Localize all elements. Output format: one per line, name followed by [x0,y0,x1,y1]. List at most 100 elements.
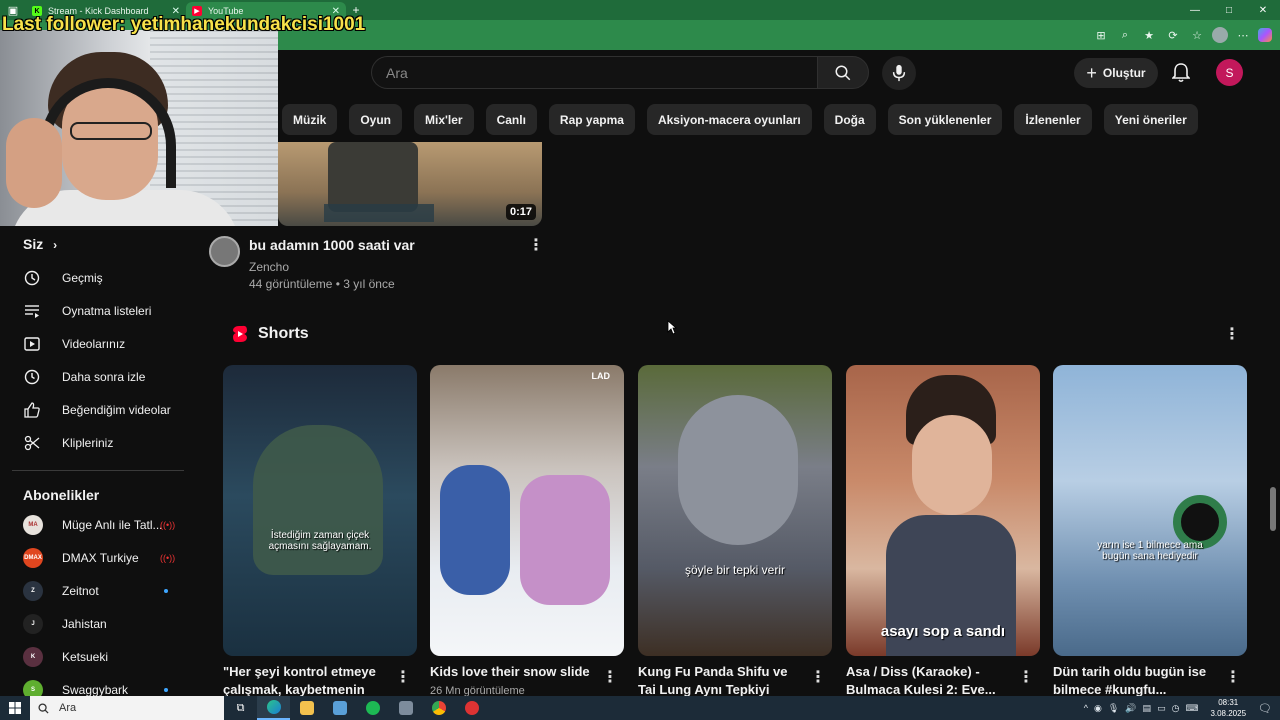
sidebar-item-your-videos[interactable]: Videolarınız [0,327,196,360]
search-input[interactable]: Ara [371,56,817,89]
short-title[interactable]: Asa / Diss (Karaoke) - Bulmaca Kulesi 2:… [846,663,1016,697]
subscription-item[interactable]: Z Zeitnot [0,574,196,607]
scrollbar-thumb[interactable] [1270,487,1276,531]
tray-app-icon[interactable]: ◉ [1094,703,1102,714]
short-menu-icon[interactable]: ⋮ [602,670,618,686]
volume-icon[interactable]: 🔊 [1125,703,1136,714]
search-button[interactable] [817,56,869,89]
start-button[interactable] [0,702,30,714]
chip-son-yuklenenler[interactable]: Son yüklenenler [887,104,1003,135]
subscription-item[interactable]: DMAX DMAX Turkiye ((•)) [0,541,196,574]
last-follower-overlay: Last follower: yetimhanekundakcisi1001 [2,14,366,35]
short-menu-icon[interactable]: ⋮ [395,670,411,686]
zoom-icon[interactable]: ⌕ [1116,26,1134,44]
close-window-button[interactable]: ✕ [1246,5,1280,16]
shorts-menu-icon[interactable]: ⋮ [1224,327,1240,343]
short-card-5[interactable]: yarın ise 1 bilmece ama bugün sana hediy… [1053,365,1247,656]
notifications-button[interactable] [1168,60,1194,86]
subscriptions-header[interactable]: Abonelikler [23,487,99,503]
short-title[interactable]: Dün tarih oldu bugün ise bilmece #kungfu… [1053,663,1223,697]
chip-mixler[interactable]: Mix'ler [414,104,474,135]
video-thumbnail[interactable]: 0:17 [278,142,542,226]
sidebar-item-playlists[interactable]: Oynatma listeleri [0,294,196,327]
sidebar-item-label: Beğendiğim videolar [62,402,171,417]
chip-muzik[interactable]: Müzik [282,104,338,135]
short-card-2[interactable]: LAD [430,365,624,656]
subscription-name: Zeitnot [62,583,99,598]
chip-doga[interactable]: Doğa [823,104,876,135]
taskbar-obs[interactable] [455,696,488,720]
taskbar-clock[interactable]: 08:31 3.08.2025 [1204,697,1252,719]
sidebar-item-label: Klipleriniz [62,435,114,450]
microphone-icon[interactable]: 🎙 [1108,703,1119,714]
subscription-item[interactable]: K Ketsueki [0,640,196,673]
short-menu-icon[interactable]: ⋮ [1018,670,1034,686]
folder-icon [299,701,314,715]
short-caption: şöyle bir tepki verir [684,563,786,577]
chip-oyun[interactable]: Oyun [349,104,403,135]
watch-later-icon [23,368,41,386]
create-button[interactable]: + Oluştur [1074,58,1158,88]
video-menu-icon[interactable]: ⋮ [528,238,544,254]
sidebar-item-clips[interactable]: Klipleriniz [0,426,196,459]
notifications-icon[interactable]: 🗨 [1258,702,1272,715]
screen: ▣ K Stream - Kick Dashboard ✕ ▶ YouTube … [0,0,1280,720]
short-card-1[interactable]: İstediğim zaman çiçek açmasını sağlayama… [223,365,417,656]
chip-rap-yapma[interactable]: Rap yapma [548,104,635,135]
sidebar-you-header[interactable]: Siz › [23,236,57,252]
voice-search-button[interactable] [882,56,916,90]
taskbar-chrome[interactable] [422,696,455,720]
video-channel[interactable]: Zencho [249,260,289,274]
video-title[interactable]: bu adamın 1000 saati var [249,237,415,253]
chip-canli[interactable]: Canlı [485,104,537,135]
channel-avatar[interactable] [209,236,240,267]
short-thumbnail-art [520,475,610,605]
short-thumbnail-art [253,425,383,575]
sidebar-item-liked-videos[interactable]: Beğendiğim videolar [0,393,196,426]
short-card-4[interactable]: asayı sop a sandı [846,365,1040,656]
sidebar-item-history[interactable]: Geçmiş [0,261,196,294]
favorite-star-icon[interactable]: ★ [1140,26,1158,44]
sidebar-item-watch-later[interactable]: Daha sonra izle [0,360,196,393]
extensions-icon[interactable]: ⟳ [1164,26,1182,44]
subscription-item[interactable]: J Jahistan [0,607,196,640]
short-menu-icon[interactable]: ⋮ [810,670,826,686]
profile-icon[interactable] [1212,27,1228,43]
short-title[interactable]: "Her şeyi kontrol etmeye çalışmak, kaybe… [223,663,393,697]
taskbar-calculator[interactable] [389,696,422,720]
account-avatar[interactable]: S [1216,59,1243,86]
chrome-icon [431,701,446,715]
chip-izlenenler[interactable]: İzlenenler [1014,104,1092,135]
short-card-3[interactable]: şöyle bir tepki verir [638,365,832,656]
maximize-button[interactable]: □ [1212,5,1246,16]
channel-avatar: Z [23,580,43,601]
taskbar-search-text: Ara [59,702,77,714]
subscription-item[interactable]: MA Müge Anlı ile Tatl... ((•)) [0,508,196,541]
short-title[interactable]: Kung Fu Panda Shifu ve Tai Lung Aynı Tep… [638,663,808,697]
taskbar-app-monitor[interactable] [323,696,356,720]
taskbar-edge[interactable] [257,696,290,720]
tray-clock-icon[interactable]: ◷ [1172,703,1180,714]
short-menu-icon[interactable]: ⋮ [1225,670,1241,686]
tray-chevron-icon[interactable]: ^ [1084,703,1088,713]
taskbar-explorer[interactable] [290,696,323,720]
app-available-icon[interactable]: ⊞ [1092,26,1110,44]
taskbar-search[interactable]: Ara [30,696,224,720]
sidebar-item-label: Videolarınız [62,336,126,351]
chip-aksiyon-macera[interactable]: Aksiyon-macera oyunları [646,104,812,135]
language-icon[interactable]: ⌨ [1185,703,1198,714]
you-label: Siz [23,236,44,252]
more-menu-icon[interactable]: ⋯ [1234,26,1252,44]
task-view-button[interactable]: ⧉ [224,696,257,720]
taskbar-spotify[interactable] [356,696,389,720]
network-icon[interactable]: ▤ [1143,703,1152,714]
your-videos-icon [23,335,41,353]
short-title[interactable]: Kids love their snow slide 26 Mn görüntül… [430,663,600,697]
minimize-button[interactable]: — [1178,5,1212,16]
battery-icon[interactable]: ▭ [1157,703,1166,714]
scrollbar-track[interactable] [1266,94,1280,690]
collections-icon[interactable]: ☆ [1188,26,1206,44]
copilot-icon[interactable] [1258,28,1272,42]
short-title-text: Kung Fu Panda Shifu ve Tai Lung Aynı Tep… [638,664,788,697]
chip-yeni-oneriler[interactable]: Yeni öneriler [1103,104,1198,135]
